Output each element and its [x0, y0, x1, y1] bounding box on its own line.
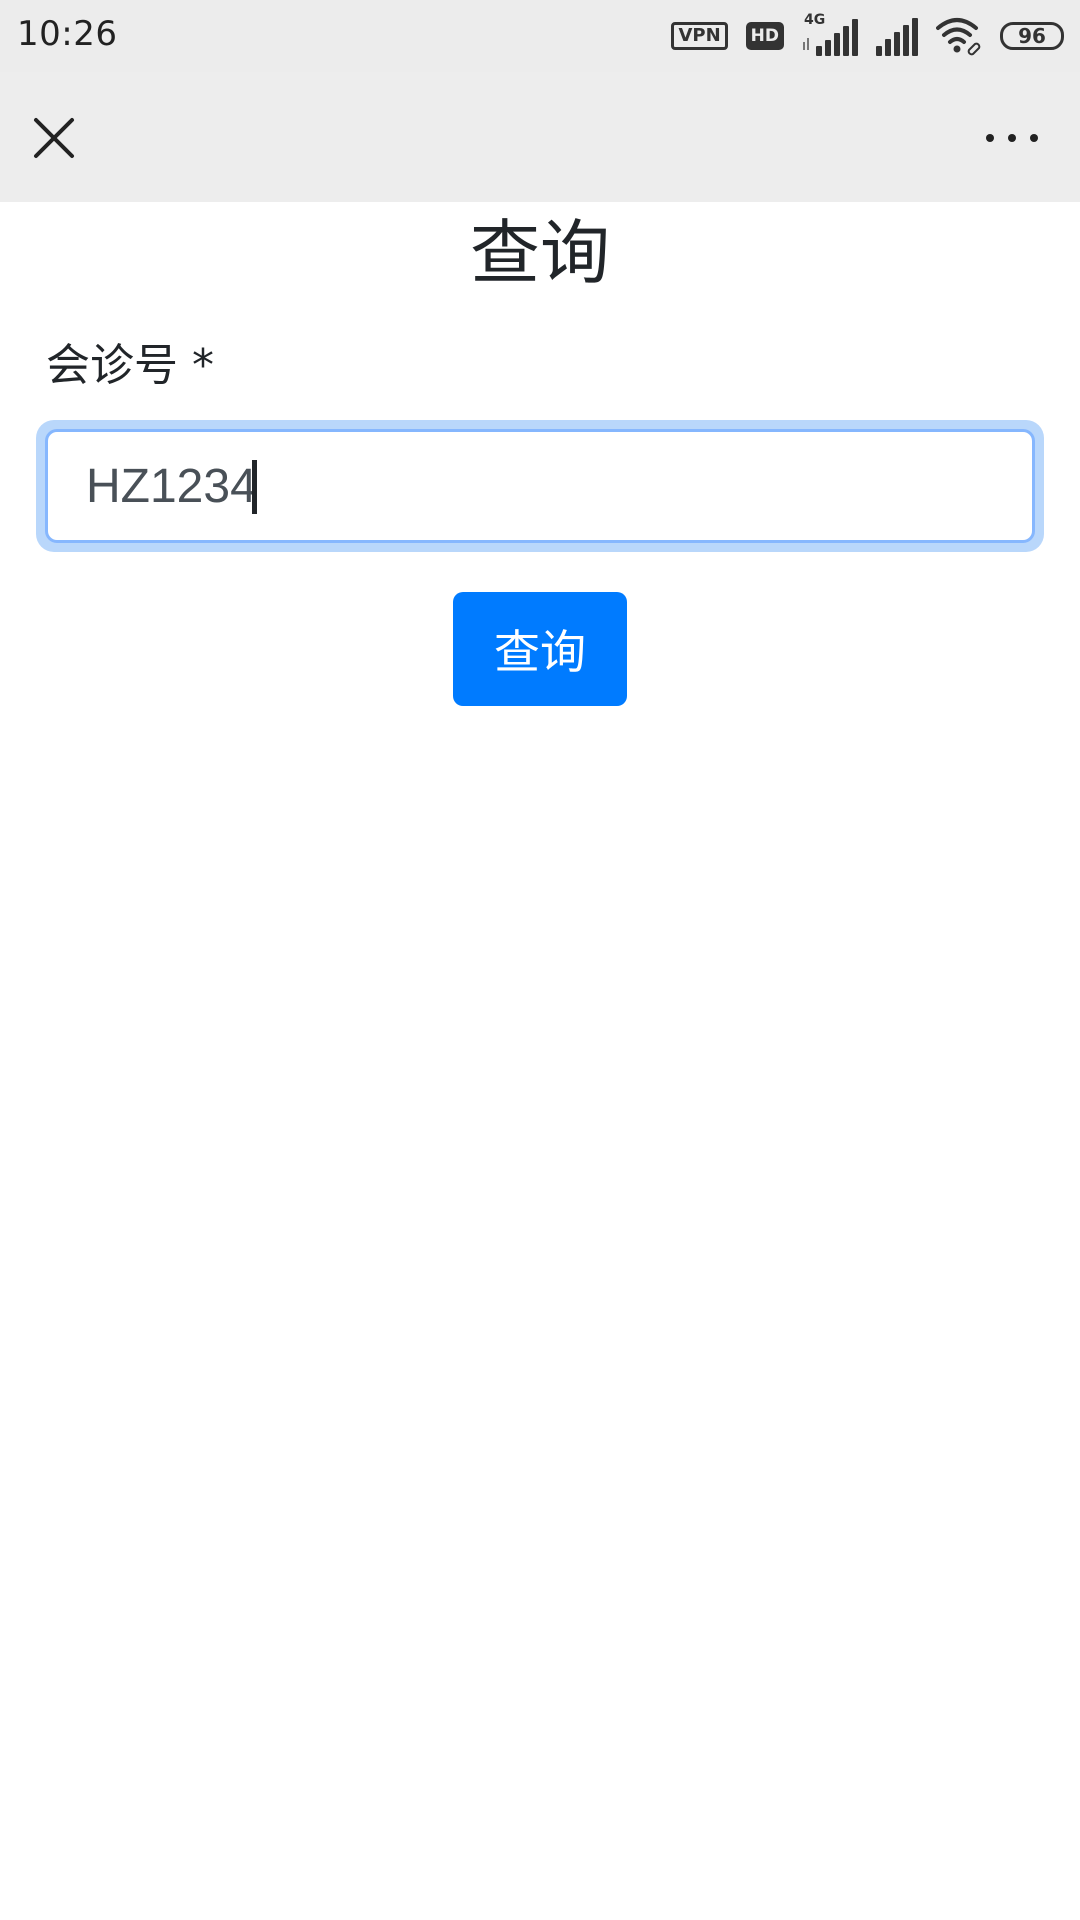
vpn-icon: VPN [671, 22, 728, 50]
wifi-icon [936, 16, 982, 56]
status-time: 10:26 [17, 14, 118, 54]
page-title: 查询 [470, 212, 610, 294]
consultation-number-label: 会诊号 * [46, 340, 214, 391]
status-icons: VPN HD 4G 96 [653, 12, 1064, 58]
signal-icon [876, 16, 918, 56]
signal-4g-icon: 4G [802, 12, 858, 56]
close-icon[interactable] [28, 112, 80, 164]
hd-icon: HD [745, 22, 784, 50]
battery-icon: 96 [1000, 22, 1064, 50]
more-icon[interactable] [982, 126, 1042, 150]
status-bar: 10:26 VPN HD 4G 96 [0, 0, 1080, 72]
nav-bar [0, 72, 1080, 202]
text-caret [252, 460, 257, 514]
query-button[interactable]: 查询 [453, 592, 627, 706]
consultation-number-input[interactable] [45, 429, 1035, 543]
consultation-number-focus-ring [36, 420, 1044, 552]
